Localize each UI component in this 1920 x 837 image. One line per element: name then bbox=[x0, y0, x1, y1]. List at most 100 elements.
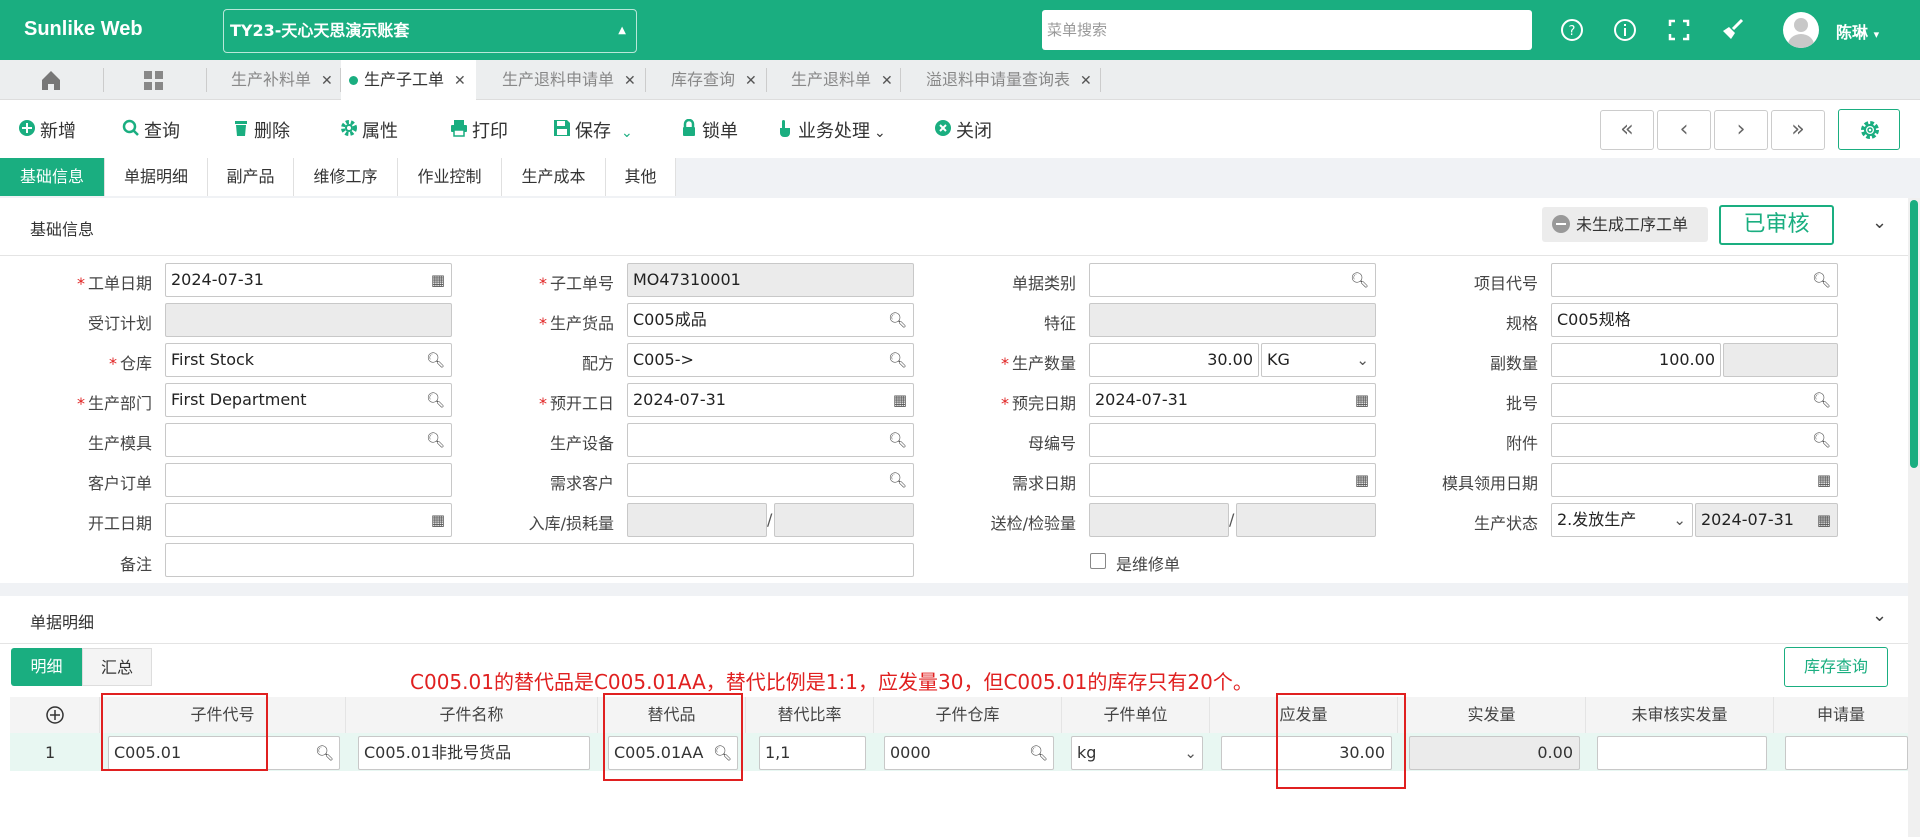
send-qty-field bbox=[1089, 503, 1229, 537]
tab-other[interactable]: 其他 bbox=[606, 158, 676, 196]
product-field[interactable]: C005成品 🔍︎ bbox=[627, 303, 914, 337]
subtab-detail[interactable]: 明细 bbox=[11, 648, 82, 686]
remark-field[interactable] bbox=[165, 543, 914, 577]
tab-doc-detail[interactable]: 单据明细 bbox=[105, 158, 208, 196]
tab-return-order[interactable]: 生产退料单 ✕ bbox=[791, 60, 893, 100]
prod-status-select[interactable]: 2.发放生产 ⌄ bbox=[1551, 503, 1693, 537]
fullscreen-icon[interactable] bbox=[1666, 17, 1692, 43]
tab-production-cost[interactable]: 生产成本 bbox=[502, 158, 606, 196]
cell-apply-qty[interactable] bbox=[1785, 736, 1908, 770]
col-header-unapproved-qty: 未审核实发量 bbox=[1586, 697, 1774, 733]
save-button[interactable]: 保存 ⌄ bbox=[553, 117, 633, 143]
close-icon[interactable]: ✕ bbox=[321, 73, 333, 89]
close-icon[interactable]: ✕ bbox=[745, 73, 757, 89]
add-row-icon[interactable] bbox=[10, 697, 100, 733]
prev-record-button[interactable]: ‹ bbox=[1657, 110, 1711, 150]
first-record-button[interactable]: « bbox=[1600, 110, 1654, 150]
warehouse-field[interactable]: First Stock 🔍︎ bbox=[165, 343, 452, 377]
tab-divider bbox=[103, 68, 104, 92]
doc-type-field[interactable]: 🔍︎ bbox=[1089, 263, 1376, 297]
qty-unit-select[interactable]: KG ⌄ bbox=[1261, 343, 1376, 377]
order-plan-label: 受订计划 bbox=[87, 314, 152, 333]
cust-order-field[interactable] bbox=[165, 463, 452, 497]
section-title-basic: 基础信息 bbox=[30, 220, 95, 239]
close-button[interactable]: 关闭 bbox=[934, 117, 992, 143]
avatar[interactable] bbox=[1783, 12, 1819, 48]
tab-production-supplement[interactable]: 生产补料单 ✕ bbox=[231, 60, 333, 100]
sub-qty-field[interactable]: 100.00 bbox=[1551, 343, 1721, 377]
stock-query-button[interactable]: 库存查询 bbox=[1784, 647, 1888, 687]
help-icon[interactable]: ? bbox=[1559, 17, 1585, 43]
attachment-field[interactable]: 🔍︎ bbox=[1551, 423, 1838, 457]
cell-name[interactable]: C005.01非批号货品 bbox=[358, 736, 590, 770]
info-icon[interactable] bbox=[1612, 17, 1638, 43]
collapse-chevron-icon[interactable]: ⌄ bbox=[1872, 605, 1887, 626]
mold-date-field[interactable]: ▦ bbox=[1551, 463, 1838, 497]
tab-overflow-query[interactable]: 溢退料申请量查询表 ✕ bbox=[926, 60, 1092, 100]
menu-search-input[interactable]: 菜单搜索 bbox=[1042, 10, 1532, 50]
mold-date-label: 模具领用日期 bbox=[1441, 474, 1538, 493]
product-label: * 生产货品 bbox=[538, 314, 614, 333]
close-icon[interactable]: ✕ bbox=[881, 73, 893, 89]
slash-separator: / bbox=[1229, 510, 1235, 529]
business-process-label: 业务处理 bbox=[798, 121, 870, 142]
tab-job-control[interactable]: 作业控制 bbox=[398, 158, 502, 196]
print-button[interactable]: 打印 bbox=[450, 117, 508, 143]
business-process-button[interactable]: 业务处理 ⌄ bbox=[776, 117, 886, 143]
cell-warehouse[interactable]: 0000 🔍︎ bbox=[884, 736, 1054, 770]
tab-repair-process[interactable]: 维修工序 bbox=[294, 158, 398, 196]
start-date-field[interactable]: ▦ bbox=[165, 503, 452, 537]
user-menu[interactable]: 陈琳 ▾ bbox=[1836, 19, 1879, 43]
parent-no-field[interactable] bbox=[1089, 423, 1376, 457]
work-date-field[interactable]: 2024-07-31 ▦ bbox=[165, 263, 452, 297]
formula-field[interactable]: C005-> 🔍︎ bbox=[627, 343, 914, 377]
project-code-field[interactable]: 🔍︎ bbox=[1551, 263, 1838, 297]
add-button[interactable]: 新增 bbox=[18, 117, 76, 143]
lock-button[interactable]: 锁单 bbox=[680, 117, 738, 143]
pre-end-field[interactable]: 2024-07-31 ▦ bbox=[1089, 383, 1376, 417]
home-icon[interactable] bbox=[40, 60, 62, 100]
qty-field[interactable]: 30.00 bbox=[1089, 343, 1259, 377]
gear-icon bbox=[1861, 121, 1879, 139]
clean-icon[interactable] bbox=[1720, 17, 1746, 43]
dept-field[interactable]: First Department 🔍︎ bbox=[165, 383, 452, 417]
next-record-button[interactable]: › bbox=[1714, 110, 1768, 150]
collapse-chevron-icon[interactable]: ⌄ bbox=[1872, 212, 1887, 233]
search-icon: 🔍︎ bbox=[1811, 391, 1831, 409]
repair-checkbox[interactable] bbox=[1090, 553, 1106, 569]
delete-button[interactable]: 删除 bbox=[232, 117, 290, 143]
chevron-down-icon[interactable]: ⌄ bbox=[621, 125, 633, 141]
cell-ratio[interactable]: 1,1 bbox=[759, 736, 866, 770]
tab-basic-info[interactable]: 基础信息 bbox=[0, 158, 105, 196]
tab-byproduct[interactable]: 副产品 bbox=[208, 158, 294, 196]
close-icon[interactable]: ✕ bbox=[624, 73, 636, 89]
req-date-field[interactable]: ▦ bbox=[1089, 463, 1376, 497]
col-header-warehouse: 子件仓库 bbox=[874, 697, 1062, 733]
annotation-text: C005.01的替代品是C005.01AA，替代比例是1:1，应发量30，但C0… bbox=[410, 670, 1253, 694]
query-label: 查询 bbox=[144, 121, 180, 142]
tab-return-request[interactable]: 生产退料申请单 ✕ bbox=[502, 60, 636, 100]
tab-stock-query[interactable]: 库存查询 ✕ bbox=[671, 60, 757, 100]
equipment-field[interactable]: 🔍︎ bbox=[627, 423, 914, 457]
settings-button[interactable] bbox=[1838, 109, 1900, 150]
query-button[interactable]: 查询 bbox=[122, 117, 180, 143]
req-cust-field[interactable]: 🔍︎ bbox=[627, 463, 914, 497]
feature-label: 特征 bbox=[1043, 314, 1076, 333]
close-icon[interactable]: ✕ bbox=[454, 73, 466, 89]
properties-button[interactable]: 属性 bbox=[340, 117, 398, 143]
account-selector[interactable]: TY23-天心天思演示账套 ▲ bbox=[223, 9, 637, 53]
cell-unapproved-qty[interactable] bbox=[1597, 736, 1767, 770]
pre-start-field[interactable]: 2024-07-31 ▦ bbox=[627, 383, 914, 417]
tab-sub-work-order[interactable]: 生产子工单 ✕ bbox=[341, 60, 476, 100]
subtab-summary[interactable]: 汇总 bbox=[82, 648, 152, 686]
cell-unit[interactable]: kg ⌄ bbox=[1071, 736, 1203, 770]
last-record-button[interactable]: » bbox=[1771, 110, 1825, 150]
close-icon[interactable]: ✕ bbox=[1080, 73, 1092, 89]
mold-field[interactable]: 🔍︎ bbox=[165, 423, 452, 457]
apps-grid-icon[interactable] bbox=[143, 60, 165, 100]
order-plan-field bbox=[165, 303, 452, 337]
scrollbar-thumb[interactable] bbox=[1910, 200, 1918, 468]
batch-field[interactable]: 🔍︎ bbox=[1551, 383, 1838, 417]
col-header-apply-qty: 申请量 bbox=[1816, 705, 1865, 724]
spec-field[interactable]: C005规格 bbox=[1551, 303, 1838, 337]
